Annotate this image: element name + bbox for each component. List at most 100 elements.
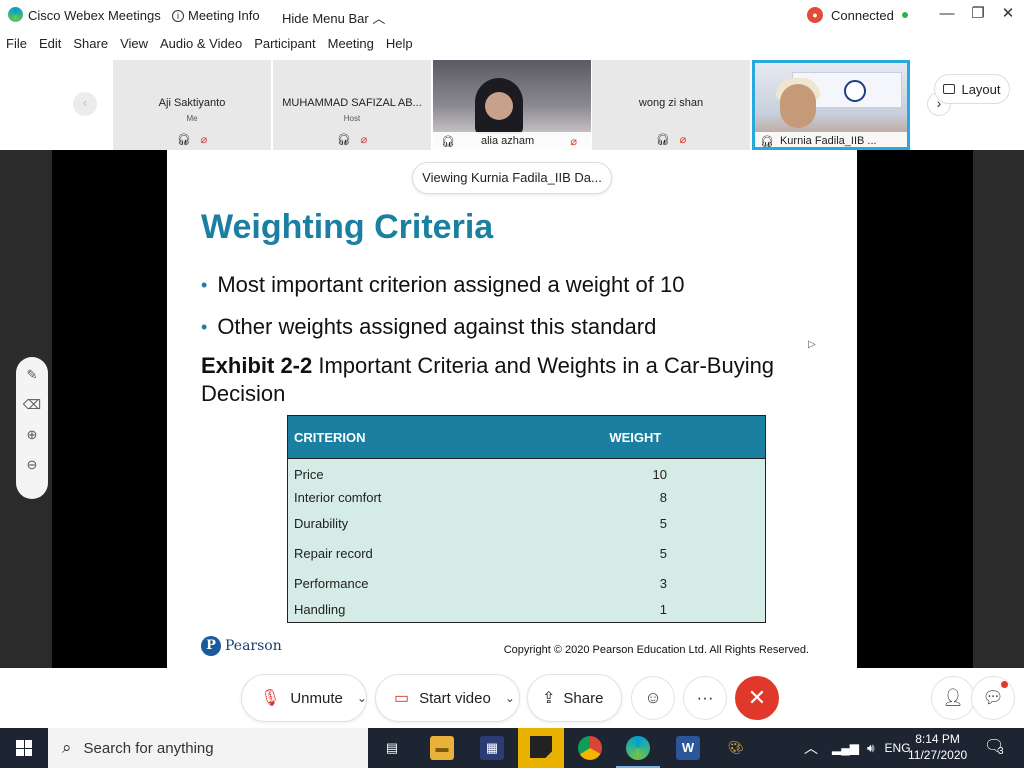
menu-view[interactable]: View	[114, 36, 154, 56]
record-icon: ●	[807, 7, 823, 23]
video-name-bar: 🎧︎ alia azham ⌀	[433, 132, 591, 150]
chrome-icon[interactable]	[578, 736, 602, 760]
participant-strip: ‹ Aji Saktiyanto Me 🎧︎ ⌀ MUHAMMAD SAFIZA…	[0, 60, 1024, 150]
taskbar-search[interactable]: ⌕ Search for anything	[48, 728, 368, 768]
title-bar: Cisco Webex Meetings i Meeting Info Hide…	[0, 0, 1024, 30]
participants-button[interactable]: 👤︎	[931, 676, 975, 720]
criteria-table: CRITERION WEIGHT Price 10 Interior comfo…	[287, 415, 766, 623]
weight-cell: 5	[505, 536, 766, 571]
menu-share[interactable]: Share	[67, 36, 114, 56]
table-row: Interior comfort 8	[287, 484, 766, 511]
network-icon[interactable]: ▂▄▆	[832, 741, 859, 755]
unmute-label: Unmute	[290, 689, 343, 707]
participant-name: alia azham	[480, 135, 535, 147]
meeting-info-label: Meeting Info	[188, 8, 260, 23]
info-icon: i	[172, 9, 184, 22]
layout-button[interactable]: Layout	[934, 74, 1010, 104]
participant-tile[interactable]: wong zi shan 🎧︎ ⌀	[592, 60, 750, 150]
volume-icon[interactable]: 🔊︎	[867, 741, 875, 756]
connection-status[interactable]: ● Connected	[807, 7, 908, 23]
close-icon[interactable]: ✕	[993, 3, 1023, 27]
chevron-down-icon[interactable]: ⌄	[357, 691, 367, 705]
criterion-cell: Handling	[287, 596, 506, 623]
participant-video-tile[interactable]: 🎧︎ alia azham ⌀	[433, 60, 591, 150]
reactions-button[interactable]: ☺	[631, 676, 675, 720]
copyright-notice: Copyright © 2020 Pearson Education Ltd. …	[503, 644, 809, 656]
end-meeting-button[interactable]: ✕	[735, 676, 779, 720]
weight-cell: 8	[505, 484, 766, 511]
unmute-button[interactable]: 🎙︎ Unmute ⌄	[241, 674, 367, 722]
more-options-button[interactable]: ···	[683, 676, 727, 720]
start-video-button[interactable]: ▭ Start video ⌄	[375, 674, 520, 722]
app-title: Cisco Webex Meetings	[28, 8, 161, 23]
menu-help[interactable]: Help	[380, 36, 419, 56]
minimize-icon[interactable]: —	[932, 3, 962, 27]
annotation-toolbar: ✎ ⌫ ⊕ ⊖	[16, 357, 48, 499]
participant-tile[interactable]: Aji Saktiyanto Me 🎧︎ ⌀	[113, 60, 271, 150]
mic-muted-icon: 🎙︎	[260, 690, 281, 707]
chevron-left-icon[interactable]: ‹	[73, 92, 97, 116]
headset-icon: 🎧︎	[176, 134, 191, 146]
sticky-notes-icon[interactable]	[518, 728, 564, 768]
menu-file[interactable]: File	[0, 36, 33, 56]
weight-cell: 10	[505, 458, 766, 485]
menu-participant[interactable]: Participant	[248, 36, 321, 56]
pearson-logo: P Pearson	[201, 636, 282, 656]
file-explorer-icon[interactable]: ▬	[430, 736, 454, 760]
headset-icon: 🎧︎	[655, 134, 670, 146]
smiley-icon: ☺	[644, 688, 662, 707]
weight-cell: 1	[505, 596, 766, 623]
menu-meeting[interactable]: Meeting	[322, 36, 380, 56]
notification-count: 3	[998, 746, 1004, 757]
chevron-up-icon[interactable]: ︿	[804, 738, 818, 758]
layout-icon	[943, 84, 956, 94]
headset-icon: 🎧︎	[336, 134, 351, 146]
participant-name: Kurnia Fadila_IIB ...	[779, 135, 877, 147]
slide-bullet: • Other weights assigned against this st…	[201, 314, 656, 340]
chat-button[interactable]: 💬︎	[971, 676, 1015, 720]
task-view-icon[interactable]: ▤	[380, 736, 404, 760]
webex-icon[interactable]	[616, 736, 660, 768]
paint-icon[interactable]: 🎨︎	[724, 736, 748, 760]
participant-name: MUHAMMAD SAFIZAL AB...	[282, 97, 422, 109]
column-header-weight: WEIGHT	[505, 415, 766, 459]
hide-menu-bar-button[interactable]: Hide Menu Bar ︿	[282, 8, 385, 27]
table-row: Performance 3	[287, 570, 766, 597]
table-row: Durability 5	[287, 510, 766, 537]
participant-tile[interactable]: MUHAMMAD SAFIZAL AB... Host 🎧︎ ⌀	[273, 60, 431, 150]
app-icon[interactable]: ▦	[480, 736, 504, 760]
bullet-text: Other weights assigned against this stan…	[217, 314, 657, 339]
mic-muted-icon: ⌀	[570, 135, 577, 148]
video-off-icon: ▭	[394, 690, 410, 707]
chevron-down-icon[interactable]: ⌄	[505, 691, 515, 705]
eraser-icon[interactable]: ⌫	[23, 397, 41, 413]
menu-edit[interactable]: Edit	[33, 36, 67, 56]
zoom-in-icon[interactable]: ⊕	[27, 427, 38, 443]
layout-label: Layout	[961, 81, 1001, 97]
connection-status-label: Connected	[831, 7, 894, 23]
table-row: Price 10	[287, 458, 766, 485]
criterion-cell: Durability	[287, 510, 506, 537]
meeting-info-button[interactable]: i Meeting Info	[172, 8, 260, 23]
pen-icon[interactable]: ✎	[27, 367, 38, 383]
windows-taskbar: ⌕ Search for anything ▤ ▬ ▦ W 🎨︎ ︿ ▂▄▆ 🔊…	[0, 728, 1024, 768]
restore-icon[interactable]: ❐	[963, 3, 993, 27]
hide-menu-bar-label: Hide Menu Bar	[282, 11, 369, 26]
start-video-label: Start video	[419, 689, 491, 707]
video-name-bar: 🎧︎ Kurnia Fadila_IIB ...	[752, 132, 910, 150]
weight-cell: 3	[505, 570, 766, 597]
taskbar-clock[interactable]: 8:14 PM 11/27/2020	[908, 731, 967, 763]
chevron-up-icon: ︿	[372, 11, 386, 26]
zoom-out-icon[interactable]: ⊖	[27, 457, 38, 473]
person-face	[780, 84, 816, 128]
menu-audio-video[interactable]: Audio & Video	[154, 36, 248, 56]
headset-icon: 🎧︎	[760, 135, 774, 148]
share-button[interactable]: ⇪ Share	[527, 674, 622, 722]
column-header-criterion: CRITERION	[287, 415, 506, 459]
language-indicator[interactable]: ENG	[885, 741, 911, 755]
start-button[interactable]	[0, 728, 48, 768]
word-icon[interactable]: W	[676, 736, 700, 760]
viewing-indicator[interactable]: Viewing Kurnia Fadila_IIB Da...	[412, 162, 612, 194]
presentation-slide: Viewing Kurnia Fadila_IIB Da... Weightin…	[167, 150, 857, 668]
active-speaker-video-tile[interactable]: 🎧︎ Kurnia Fadila_IIB ...	[752, 60, 910, 150]
